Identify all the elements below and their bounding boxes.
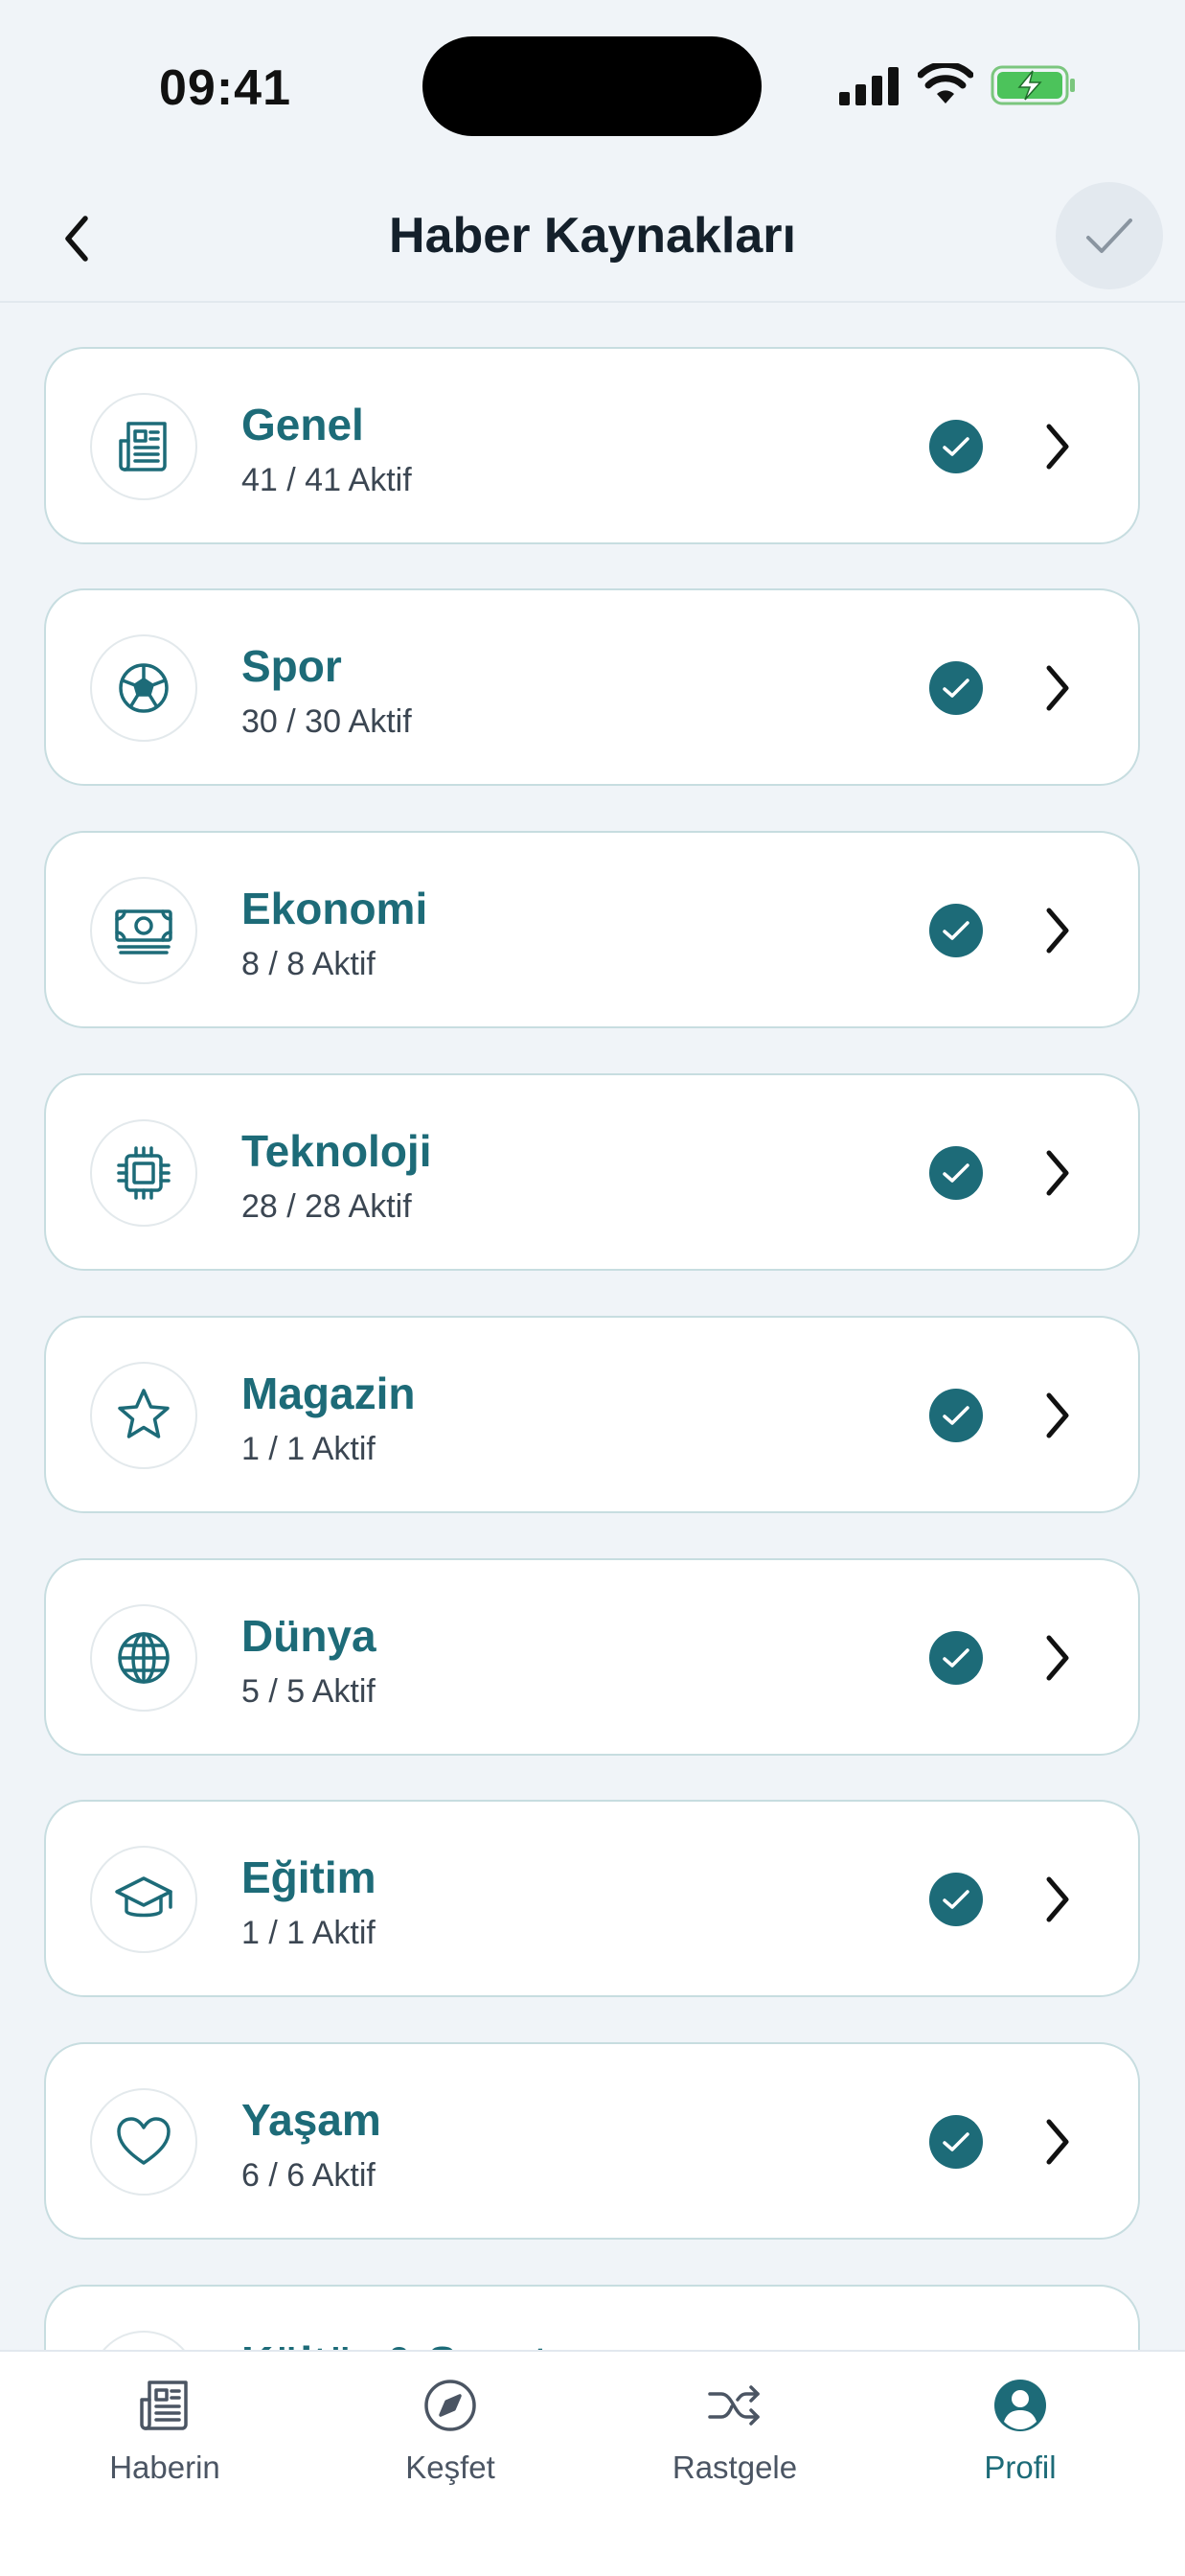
newspaper-icon: [136, 2377, 194, 2434]
category-icon-wrap: [90, 2088, 197, 2196]
status-time: 09:41: [159, 60, 291, 116]
category-card-dunya[interactable]: Dünya 5 / 5 Aktif: [44, 1558, 1140, 1756]
category-card-ekonomi[interactable]: Ekonomi 8 / 8 Aktif: [44, 831, 1140, 1028]
compass-icon: [422, 2377, 479, 2434]
category-name: Teknoloji: [241, 1126, 432, 1176]
chevron-right-icon[interactable]: [1038, 2113, 1077, 2171]
heart-icon: [117, 2117, 171, 2165]
category-card-spor[interactable]: Spor 30 / 30 Aktif: [44, 588, 1140, 786]
category-active-count: 5 / 5 Aktif: [241, 1673, 376, 1710]
chevron-right-icon[interactable]: [1038, 1629, 1077, 1687]
category-active-count: 1 / 1 Aktif: [241, 1915, 376, 1951]
selected-check-icon[interactable]: [929, 904, 983, 957]
chevron-right-icon[interactable]: [1038, 1387, 1077, 1444]
selected-check-icon[interactable]: [929, 1389, 983, 1442]
category-card-teknoloji[interactable]: Teknoloji 28 / 28 Aktif: [44, 1073, 1140, 1271]
category-active-count: 28 / 28 Aktif: [241, 1188, 412, 1225]
soccer-ball-icon: [119, 663, 169, 713]
category-name: Eğitim: [241, 1852, 376, 1902]
tab-haberin[interactable]: Haberin: [69, 2377, 261, 2501]
category-active-count: 1 / 1 Aktif: [241, 1431, 376, 1467]
chevron-right-icon[interactable]: [1038, 1144, 1077, 1202]
chevron-right-icon[interactable]: [1038, 902, 1077, 959]
selected-check-icon[interactable]: [929, 420, 983, 473]
category-active-count: 30 / 30 Aktif: [241, 703, 412, 740]
selected-check-icon[interactable]: [929, 2115, 983, 2169]
category-name: Kültür & Sanat: [241, 2336, 547, 2350]
globe-icon: [118, 1632, 170, 1684]
category-icon-wrap: [90, 1604, 197, 1712]
category-icon-wrap: [90, 393, 197, 500]
wifi-icon: [918, 63, 973, 104]
category-active-count: 8 / 8 Aktif: [241, 946, 376, 982]
chevron-right-icon[interactable]: [1038, 659, 1077, 717]
graduation-cap-icon: [115, 1876, 172, 1918]
page-title: Haber Kaynakları: [389, 208, 796, 264]
selected-check-icon[interactable]: [929, 661, 983, 715]
category-card-genel[interactable]: Genel 41 / 41 Aktif: [44, 347, 1140, 544]
cellular-signal-icon: [839, 67, 899, 105]
category-icon-wrap: [90, 634, 197, 742]
category-card-yasam[interactable]: Yaşam 6 / 6 Aktif: [44, 2042, 1140, 2240]
tab-rastgele[interactable]: Rastgele: [639, 2377, 831, 2501]
chip-icon: [117, 1146, 171, 1200]
category-active-count: 6 / 6 Aktif: [241, 2157, 376, 2194]
category-name: Spor: [241, 641, 342, 691]
selected-check-icon[interactable]: [929, 1873, 983, 1926]
tab-label: Profil: [984, 2450, 1057, 2485]
category-card-magazin[interactable]: Magazin 1 / 1 Aktif: [44, 1316, 1140, 1513]
category-icon-wrap: [90, 1119, 197, 1227]
category-icon-wrap: [90, 2331, 197, 2350]
battery-charging-icon: [991, 65, 1075, 105]
tab-label: Keşfet: [405, 2450, 495, 2485]
page: 09:41 Haber Kaynakları Genel 41 / 41 Akt…: [0, 0, 1185, 2576]
category-name: Genel: [241, 400, 364, 449]
category-active-count: 41 / 41 Aktif: [241, 462, 412, 498]
profile-icon: [991, 2377, 1049, 2434]
header: Haber Kaynakları: [0, 172, 1185, 303]
category-list[interactable]: Genel 41 / 41 Aktif Spor 30 / 30 Aktif E…: [0, 303, 1185, 2350]
selected-check-icon[interactable]: [929, 1631, 983, 1685]
category-icon-wrap: [90, 877, 197, 984]
chevron-right-icon[interactable]: [1038, 1871, 1077, 1928]
star-icon: [118, 1389, 170, 1438]
newspaper-icon: [119, 422, 167, 472]
category-card-egitim[interactable]: Eğitim 1 / 1 Aktif: [44, 1800, 1140, 1997]
selected-check-icon[interactable]: [929, 1146, 983, 1200]
category-icon-wrap: [90, 1362, 197, 1469]
checkmark-icon: [1086, 218, 1132, 253]
tab-profil[interactable]: Profil: [924, 2377, 1116, 2501]
tab-label: Rastgele: [672, 2450, 798, 2485]
category-name: Yaşam: [241, 2095, 381, 2145]
shuffle-icon: [706, 2377, 763, 2434]
category-name: Dünya: [241, 1611, 376, 1661]
category-name: Ekonomi: [241, 884, 428, 933]
money-icon: [115, 909, 172, 954]
tab-bar: Haberin Keşfet Rastgele Profil: [0, 2350, 1185, 2576]
category-icon-wrap: [90, 1846, 197, 1953]
tab-kesfet[interactable]: Keşfet: [354, 2377, 546, 2501]
dynamic-island: [422, 36, 762, 136]
confirm-button[interactable]: [1056, 182, 1163, 289]
category-card-kultur-sanat[interactable]: Kültür & Sanat: [44, 2285, 1140, 2350]
tab-label: Haberin: [109, 2450, 220, 2485]
status-bar: 09:41: [0, 0, 1185, 172]
category-name: Magazin: [241, 1368, 416, 1418]
chevron-right-icon[interactable]: [1038, 418, 1077, 475]
